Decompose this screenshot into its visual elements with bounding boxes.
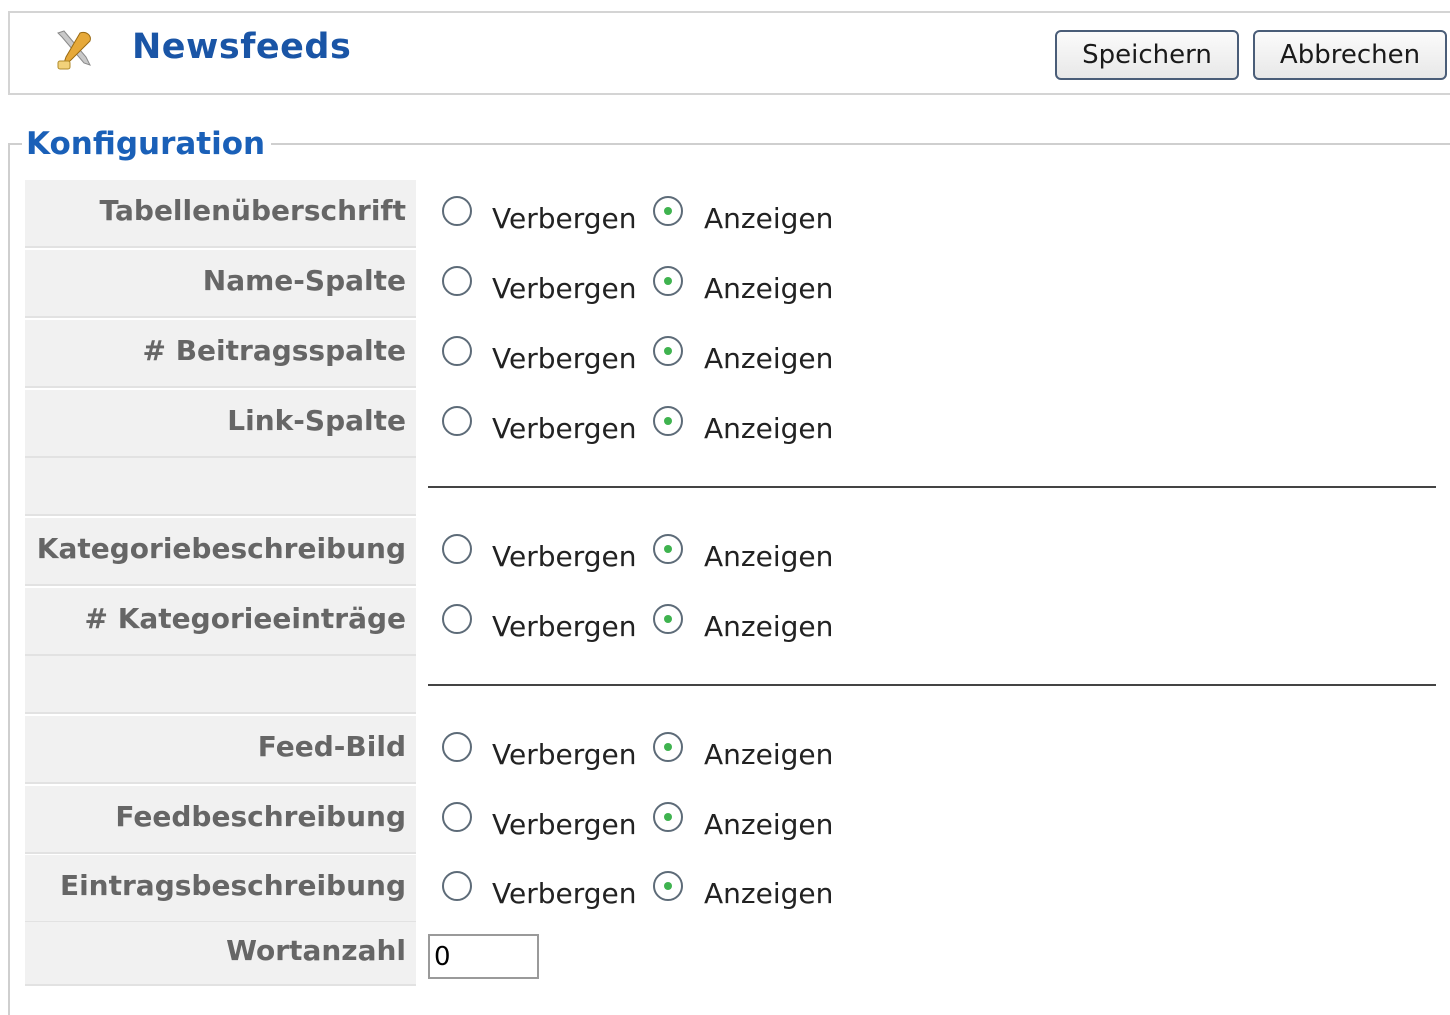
radio-show-label[interactable]: Anzeigen <box>704 738 833 771</box>
radio-hide-label[interactable]: Verbergen <box>492 412 636 445</box>
radio-hide[interactable] <box>442 534 472 564</box>
radio-hide-label[interactable]: Verbergen <box>492 877 636 910</box>
radio-hide[interactable] <box>442 266 472 296</box>
setting-key: Name-Spalte <box>25 250 416 318</box>
radio-show[interactable] <box>653 871 683 901</box>
setting-label: Kategoriebeschreibung <box>36 532 406 565</box>
setting-key: Link-Spalte <box>25 390 416 458</box>
setting-label: Feed-Bild <box>257 730 406 763</box>
cancel-button[interactable]: Abbrechen <box>1253 30 1447 80</box>
radio-hide[interactable] <box>442 604 472 634</box>
radio-show-label[interactable]: Anzeigen <box>704 202 833 235</box>
config-legend: Konfiguration <box>22 126 272 162</box>
setting-label: Wortanzahl <box>226 934 406 967</box>
setting-row-name-column: Name-Spalte Verbergen Anzeigen <box>25 250 1445 318</box>
radio-hide-label[interactable]: Verbergen <box>492 202 636 235</box>
setting-label: Eintragsbeschreibung <box>59 869 406 902</box>
radio-show-label[interactable]: Anzeigen <box>704 610 833 643</box>
radio-hide-label[interactable]: Verbergen <box>492 738 636 771</box>
radio-show-label[interactable]: Anzeigen <box>704 877 833 910</box>
setting-label: # Beitragsspalte <box>142 334 406 367</box>
setting-row-link-column: Link-Spalte Verbergen Anzeigen <box>25 390 1445 458</box>
setting-key: # Kategorieeinträge <box>25 588 416 656</box>
setting-label: Feedbeschreibung <box>115 800 406 833</box>
radio-hide[interactable] <box>442 732 472 762</box>
radio-hide[interactable] <box>442 406 472 436</box>
radio-hide[interactable] <box>442 336 472 366</box>
word-count-input[interactable] <box>428 934 539 979</box>
radio-hide[interactable] <box>442 871 472 901</box>
radio-show[interactable] <box>653 336 683 366</box>
setting-row-category-description: Kategoriebeschreibung Verbergen Anzeigen <box>25 518 1445 586</box>
radio-show[interactable] <box>653 534 683 564</box>
radio-show[interactable] <box>653 406 683 436</box>
radio-show[interactable] <box>653 802 683 832</box>
setting-label: Link-Spalte <box>227 404 406 437</box>
setting-label: Name-Spalte <box>202 264 406 297</box>
setting-row-table-heading: Tabellenüberschrift Verbergen Anzeigen <box>25 180 1445 248</box>
separator-line <box>428 486 1436 488</box>
radio-hide-label[interactable]: Verbergen <box>492 272 636 305</box>
radio-hide-label[interactable]: Verbergen <box>492 610 636 643</box>
radio-hide-label[interactable]: Verbergen <box>492 540 636 573</box>
setting-key: Kategoriebeschreibung <box>25 518 416 586</box>
radio-hide[interactable] <box>442 196 472 226</box>
radio-hide-label[interactable]: Verbergen <box>492 808 636 841</box>
setting-key: Tabellenüberschrift <box>25 180 416 248</box>
separator-line <box>428 684 1436 686</box>
config-tools-icon <box>50 27 98 75</box>
setting-label: Tabellenüberschrift <box>99 194 406 227</box>
setting-row-article-count-column: # Beitragsspalte Verbergen Anzeigen <box>25 320 1445 388</box>
toolbar-header: Newsfeeds Speichern Abbrechen <box>8 11 1450 95</box>
radio-show-label[interactable]: Anzeigen <box>704 342 833 375</box>
setting-key <box>25 656 416 714</box>
spacer-row <box>25 458 1445 516</box>
radio-show-label[interactable]: Anzeigen <box>704 540 833 573</box>
radio-show[interactable] <box>653 196 683 226</box>
radio-show-label[interactable]: Anzeigen <box>704 808 833 841</box>
radio-show-label[interactable]: Anzeigen <box>704 412 833 445</box>
setting-row-feed-description: Feedbeschreibung Verbergen Anzeigen <box>25 786 1445 854</box>
setting-key: Feed-Bild <box>25 716 416 784</box>
radio-hide[interactable] <box>442 802 472 832</box>
setting-label: # Kategorieeinträge <box>84 602 407 635</box>
radio-show-label[interactable]: Anzeigen <box>704 272 833 305</box>
setting-row-category-entries: # Kategorieeinträge Verbergen Anzeigen <box>25 588 1445 656</box>
radio-show[interactable] <box>653 732 683 762</box>
setting-row-word-count: Wortanzahl <box>25 922 1445 986</box>
setting-key: Wortanzahl <box>25 922 416 986</box>
radio-show[interactable] <box>653 266 683 296</box>
setting-key <box>25 458 416 516</box>
save-button[interactable]: Speichern <box>1055 30 1239 80</box>
page-title: Newsfeeds <box>132 27 352 67</box>
setting-key: # Beitragsspalte <box>25 320 416 388</box>
radio-show[interactable] <box>653 604 683 634</box>
setting-row-entry-description: Eintragsbeschreibung Verbergen Anzeigen <box>25 855 1445 923</box>
setting-key: Feedbeschreibung <box>25 786 416 854</box>
setting-row-feed-image: Feed-Bild Verbergen Anzeigen <box>25 716 1445 784</box>
spacer-row <box>25 656 1445 714</box>
setting-key: Eintragsbeschreibung <box>25 855 416 923</box>
radio-hide-label[interactable]: Verbergen <box>492 342 636 375</box>
